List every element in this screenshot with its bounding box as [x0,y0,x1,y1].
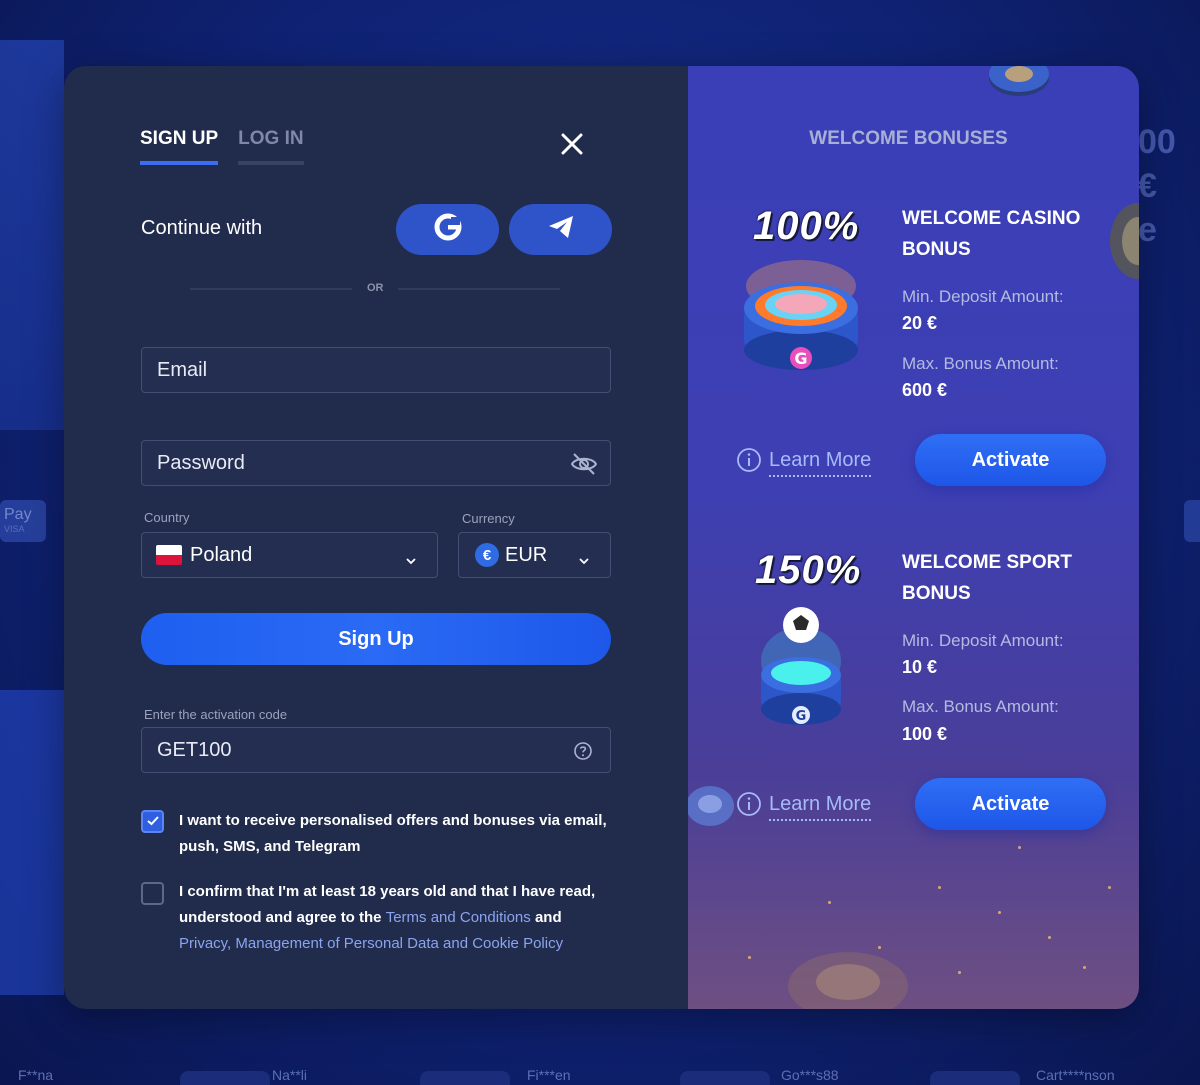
divider-line-left [190,288,352,290]
casino-chip-icon [989,66,1049,96]
chevron-down-icon [578,550,590,565]
activation-code-wrapper [141,727,611,773]
activate-casino-bonus-button[interactable]: Activate [915,434,1106,486]
chevron-down-icon [405,550,417,565]
telegram-icon [547,214,575,245]
background-avatar [420,1071,510,1085]
signup-form-panel: SIGN UP LOG IN Continue with OR Email Co… [64,66,688,1009]
privacy-policy-link[interactable]: Privacy, Management of Personal Data and… [179,935,563,952]
svg-text:G: G [796,709,807,724]
euro-icon: € [475,543,499,567]
and-word: and [534,909,562,926]
info-icon [736,791,762,822]
or-divider: OR [190,282,560,296]
casino-chip-icon [1110,203,1139,279]
svg-text:G: G [794,349,807,368]
google-icon [434,213,462,246]
background-winner-name: Fi***en [527,1067,571,1083]
casino-min-deposit-label: Min. Deposit Amount: [902,287,1064,306]
offers-consent-text: I want to receive personalised offers an… [179,812,607,855]
eye-off-icon[interactable] [570,450,598,478]
close-icon[interactable] [558,130,586,158]
activation-code-input[interactable] [157,738,537,762]
background-banner-left-lower [0,690,64,995]
background-avatar [680,1071,770,1085]
background-banner-left [0,40,64,430]
sign-up-button[interactable]: Sign Up [141,613,611,665]
background-promo-text: 00 € e [1138,120,1200,252]
sport-max-bonus-value: 100 € [902,724,948,744]
background-winner-name: Go***s88 [781,1067,839,1083]
divider-line-right [398,288,560,290]
currency-value: EUR [505,543,548,566]
country-label: Country [144,510,190,525]
currency-label: Currency [462,511,515,526]
casino-max-bonus-label: Max. Bonus Amount: [902,354,1059,373]
sport-bonus-percent: 150% [755,548,862,592]
email-input[interactable] [157,358,537,382]
info-icon [736,447,762,478]
casino-bonus-title: WELCOME CASINO BONUS [902,208,1081,260]
activate-sport-bonus-button[interactable]: Activate [915,778,1106,830]
sport-min-deposit-label: Min. Deposit Amount: [902,631,1064,650]
casino-min-deposit-value: 20 € [902,313,938,333]
casino-bonus-button-illustration: G [744,260,858,370]
background-promo-line-2: e [1138,211,1157,249]
casino-max-bonus-value: 600 € [902,380,948,400]
sport-learn-more-link[interactable]: Learn More [736,791,872,822]
or-label: OR [367,282,384,294]
age-terms-checkbox[interactable] [141,882,164,905]
casino-chip-icon [788,952,908,1009]
signup-modal: SIGN UP LOG IN Continue with OR Email Co… [64,66,1139,1009]
sport-bonus-title: WELCOME SPORT BONUS [902,552,1072,604]
checkmark-icon [146,813,159,831]
casino-learn-more-link[interactable]: Learn More [736,447,872,478]
currency-select[interactable]: € EUR [458,532,611,578]
welcome-bonuses-panel: WELCOME BONUSES 100% G WELCOME CASINO BO… [688,66,1139,1009]
auth-tabs: SIGN UP LOG IN [140,128,304,165]
background-avatar [930,1071,1020,1085]
tab-sign-up[interactable]: SIGN UP [140,128,219,165]
sport-min-deposit-value: 10 € [902,657,938,677]
background-winner-name: Cart****nson [1036,1067,1115,1083]
sport-bonus-button-illustration: G [761,607,841,725]
welcome-bonuses-title: WELCOME BONUSES [809,128,1008,149]
casino-chip-icon [688,786,734,826]
country-select[interactable]: Poland [141,532,438,578]
country-value: Poland [190,543,253,566]
google-login-button[interactable] [396,204,499,255]
offers-checkbox[interactable] [141,810,164,833]
email-field-wrapper [141,347,611,393]
background-avatar [180,1071,270,1085]
question-circle-icon[interactable] [573,741,593,761]
terms-and-conditions-link[interactable]: Terms and Conditions [386,909,531,926]
background-promo-line-1: 00 € [1138,123,1176,205]
background-winners-strip: F**na Na**li Fi***en Go***s88 Cart****ns… [0,1055,1200,1085]
password-input[interactable] [157,451,537,475]
casino-bonus-percent: 100% [753,204,860,248]
continue-with-label: Continue with [141,217,263,239]
background-winner-name: Na**li [272,1067,308,1083]
background-pay-badge: Pay VISA [0,500,46,542]
activation-code-label: Enter the activation code [144,707,288,722]
telegram-login-button[interactable] [509,204,612,255]
background-right-chip [1184,500,1200,542]
background-pay-label: Pay [4,506,32,523]
age-terms-consent-text: I confirm that I'm at least 18 years old… [179,879,609,957]
sport-learn-more-label: Learn More [769,793,872,821]
tab-log-in[interactable]: LOG IN [238,128,304,165]
background-pay-sub: VISA [4,524,25,534]
password-field-wrapper [141,440,611,486]
background-winner-name: F**na [18,1067,54,1083]
poland-flag-icon [156,545,182,565]
casino-learn-more-label: Learn More [769,449,872,477]
sport-max-bonus-label: Max. Bonus Amount: [902,697,1059,716]
